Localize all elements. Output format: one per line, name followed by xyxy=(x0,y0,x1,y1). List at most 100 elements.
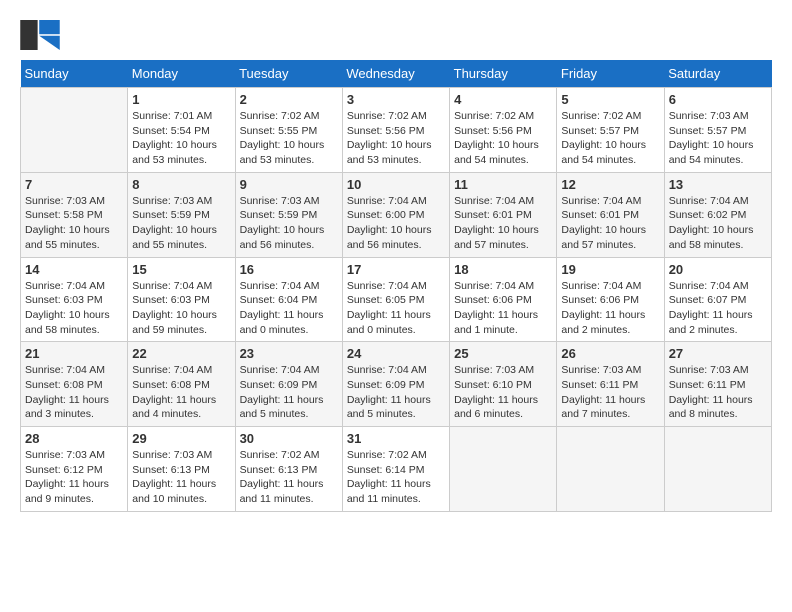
day-cell: 8 Sunrise: 7:03 AMSunset: 5:59 PMDaylight… xyxy=(128,172,235,257)
page-header xyxy=(20,20,772,50)
day-info: Sunrise: 7:03 AMSunset: 5:58 PMDaylight:… xyxy=(25,194,123,253)
day-number: 19 xyxy=(561,262,659,277)
day-number: 23 xyxy=(240,346,338,361)
day-cell: 5 Sunrise: 7:02 AMSunset: 5:57 PMDaylight… xyxy=(557,88,664,173)
day-info: Sunrise: 7:02 AMSunset: 6:13 PMDaylight:… xyxy=(240,448,338,507)
day-number: 16 xyxy=(240,262,338,277)
week-row-2: 7Sunrise: 7:03 AMSunset: 5:58 PMDaylight… xyxy=(21,172,772,257)
day-cell: 20Sunrise: 7:04 AMSunset: 6:07 PMDayligh… xyxy=(664,257,771,342)
day-number: 9 xyxy=(240,177,338,192)
day-info: Sunrise: 7:03 AMSunset: 6:13 PMDaylight:… xyxy=(132,448,230,507)
day-number: 3 xyxy=(347,92,445,107)
day-number: 25 xyxy=(454,346,552,361)
day-number: 8 xyxy=(132,177,230,192)
weekday-header-tuesday: Tuesday xyxy=(235,60,342,88)
day-info: Sunrise: 7:02 AMSunset: 6:14 PMDaylight:… xyxy=(347,448,445,507)
day-info: Sunrise: 7:02 AMSunset: 5:55 PMDaylight:… xyxy=(240,109,338,168)
day-cell: 18Sunrise: 7:04 AMSunset: 6:06 PMDayligh… xyxy=(450,257,557,342)
week-row-3: 14 Sunrise: 7:04 AMSunset: 6:03 PMDayligh… xyxy=(21,257,772,342)
day-number: 10 xyxy=(347,177,445,192)
day-info: Sunrise: 7:04 AMSunset: 6:04 PMDaylight:… xyxy=(240,279,338,338)
weekday-header-friday: Friday xyxy=(557,60,664,88)
day-info: Sunrise: 7:04 AMSunset: 6:00 PMDaylight:… xyxy=(347,194,445,253)
day-number: 15 xyxy=(132,262,230,277)
day-cell xyxy=(450,427,557,512)
day-info: Sunrise: 7:04 AMSunset: 6:01 PMDaylight:… xyxy=(454,194,552,253)
day-cell: 23 Sunrise: 7:04 AMSunset: 6:09 PMDayligh… xyxy=(235,342,342,427)
day-number: 21 xyxy=(25,346,123,361)
day-cell xyxy=(557,427,664,512)
day-cell: 12 Sunrise: 7:04 AMSunset: 6:01 PMDayligh… xyxy=(557,172,664,257)
weekday-header-monday: Monday xyxy=(128,60,235,88)
day-number: 17 xyxy=(347,262,445,277)
day-cell: 6 Sunrise: 7:03 AMSunset: 5:57 PMDaylight… xyxy=(664,88,771,173)
day-cell: 2 Sunrise: 7:02 AMSunset: 5:55 PMDaylight… xyxy=(235,88,342,173)
day-cell: 21 Sunrise: 7:04 AMSunset: 6:08 PMDayligh… xyxy=(21,342,128,427)
day-cell: 14 Sunrise: 7:04 AMSunset: 6:03 PMDayligh… xyxy=(21,257,128,342)
day-cell: 15 Sunrise: 7:04 AMSunset: 6:03 PMDayligh… xyxy=(128,257,235,342)
day-info: Sunrise: 7:04 AMSunset: 6:03 PMDaylight:… xyxy=(25,279,123,338)
day-cell: 3Sunrise: 7:02 AMSunset: 5:56 PMDaylight… xyxy=(342,88,449,173)
day-info: Sunrise: 7:04 AMSunset: 6:01 PMDaylight:… xyxy=(561,194,659,253)
week-row-5: 28 Sunrise: 7:03 AMSunset: 6:12 PMDayligh… xyxy=(21,427,772,512)
week-row-1: 1 Sunrise: 7:01 AMSunset: 5:54 PMDaylight… xyxy=(21,88,772,173)
day-cell: 25 Sunrise: 7:03 AMSunset: 6:10 PMDayligh… xyxy=(450,342,557,427)
day-cell: 24 Sunrise: 7:04 AMSunset: 6:09 PMDayligh… xyxy=(342,342,449,427)
day-number: 1 xyxy=(132,92,230,107)
day-cell: 28 Sunrise: 7:03 AMSunset: 6:12 PMDayligh… xyxy=(21,427,128,512)
day-number: 11 xyxy=(454,177,552,192)
day-info: Sunrise: 7:01 AMSunset: 5:54 PMDaylight:… xyxy=(132,109,230,168)
week-row-4: 21 Sunrise: 7:04 AMSunset: 6:08 PMDayligh… xyxy=(21,342,772,427)
day-info: Sunrise: 7:04 AMSunset: 6:09 PMDaylight:… xyxy=(240,363,338,422)
day-number: 29 xyxy=(132,431,230,446)
day-info: Sunrise: 7:02 AMSunset: 5:57 PMDaylight:… xyxy=(561,109,659,168)
day-info: Sunrise: 7:03 AMSunset: 5:59 PMDaylight:… xyxy=(240,194,338,253)
day-cell: 19Sunrise: 7:04 AMSunset: 6:06 PMDayligh… xyxy=(557,257,664,342)
logo xyxy=(20,20,64,50)
day-info: Sunrise: 7:04 AMSunset: 6:09 PMDaylight:… xyxy=(347,363,445,422)
day-info: Sunrise: 7:03 AMSunset: 6:11 PMDaylight:… xyxy=(669,363,767,422)
day-info: Sunrise: 7:02 AMSunset: 5:56 PMDaylight:… xyxy=(454,109,552,168)
day-info: Sunrise: 7:04 AMSunset: 6:03 PMDaylight:… xyxy=(132,279,230,338)
day-number: 14 xyxy=(25,262,123,277)
day-cell: 27 Sunrise: 7:03 AMSunset: 6:11 PMDayligh… xyxy=(664,342,771,427)
day-cell: 7Sunrise: 7:03 AMSunset: 5:58 PMDaylight… xyxy=(21,172,128,257)
day-number: 12 xyxy=(561,177,659,192)
day-cell: 29 Sunrise: 7:03 AMSunset: 6:13 PMDayligh… xyxy=(128,427,235,512)
day-info: Sunrise: 7:04 AMSunset: 6:02 PMDaylight:… xyxy=(669,194,767,253)
day-number: 26 xyxy=(561,346,659,361)
day-number: 28 xyxy=(25,431,123,446)
logo-icon xyxy=(20,20,60,50)
weekday-header-wednesday: Wednesday xyxy=(342,60,449,88)
day-cell: 22 Sunrise: 7:04 AMSunset: 6:08 PMDayligh… xyxy=(128,342,235,427)
day-info: Sunrise: 7:04 AMSunset: 6:07 PMDaylight:… xyxy=(669,279,767,338)
day-cell: 16 Sunrise: 7:04 AMSunset: 6:04 PMDayligh… xyxy=(235,257,342,342)
day-cell: 10 Sunrise: 7:04 AMSunset: 6:00 PMDayligh… xyxy=(342,172,449,257)
day-info: Sunrise: 7:03 AMSunset: 6:10 PMDaylight:… xyxy=(454,363,552,422)
day-number: 6 xyxy=(669,92,767,107)
day-number: 27 xyxy=(669,346,767,361)
day-cell: 31Sunrise: 7:02 AMSunset: 6:14 PMDayligh… xyxy=(342,427,449,512)
weekday-header-thursday: Thursday xyxy=(450,60,557,88)
calendar-table: SundayMondayTuesdayWednesdayThursdayFrid… xyxy=(20,60,772,512)
day-cell: 11 Sunrise: 7:04 AMSunset: 6:01 PMDayligh… xyxy=(450,172,557,257)
day-number: 5 xyxy=(561,92,659,107)
day-info: Sunrise: 7:03 AMSunset: 5:59 PMDaylight:… xyxy=(132,194,230,253)
day-cell: 4Sunrise: 7:02 AMSunset: 5:56 PMDaylight… xyxy=(450,88,557,173)
day-info: Sunrise: 7:04 AMSunset: 6:05 PMDaylight:… xyxy=(347,279,445,338)
day-info: Sunrise: 7:03 AMSunset: 5:57 PMDaylight:… xyxy=(669,109,767,168)
day-cell: 9 Sunrise: 7:03 AMSunset: 5:59 PMDaylight… xyxy=(235,172,342,257)
weekday-header-sunday: Sunday xyxy=(21,60,128,88)
day-info: Sunrise: 7:04 AMSunset: 6:08 PMDaylight:… xyxy=(25,363,123,422)
day-number: 24 xyxy=(347,346,445,361)
day-info: Sunrise: 7:04 AMSunset: 6:06 PMDaylight:… xyxy=(454,279,552,338)
day-info: Sunrise: 7:03 AMSunset: 6:12 PMDaylight:… xyxy=(25,448,123,507)
weekday-header-saturday: Saturday xyxy=(664,60,771,88)
day-info: Sunrise: 7:03 AMSunset: 6:11 PMDaylight:… xyxy=(561,363,659,422)
day-number: 22 xyxy=(132,346,230,361)
day-info: Sunrise: 7:04 AMSunset: 6:08 PMDaylight:… xyxy=(132,363,230,422)
day-number: 2 xyxy=(240,92,338,107)
day-cell: 30Sunrise: 7:02 AMSunset: 6:13 PMDayligh… xyxy=(235,427,342,512)
weekday-header-row: SundayMondayTuesdayWednesdayThursdayFrid… xyxy=(21,60,772,88)
day-number: 13 xyxy=(669,177,767,192)
